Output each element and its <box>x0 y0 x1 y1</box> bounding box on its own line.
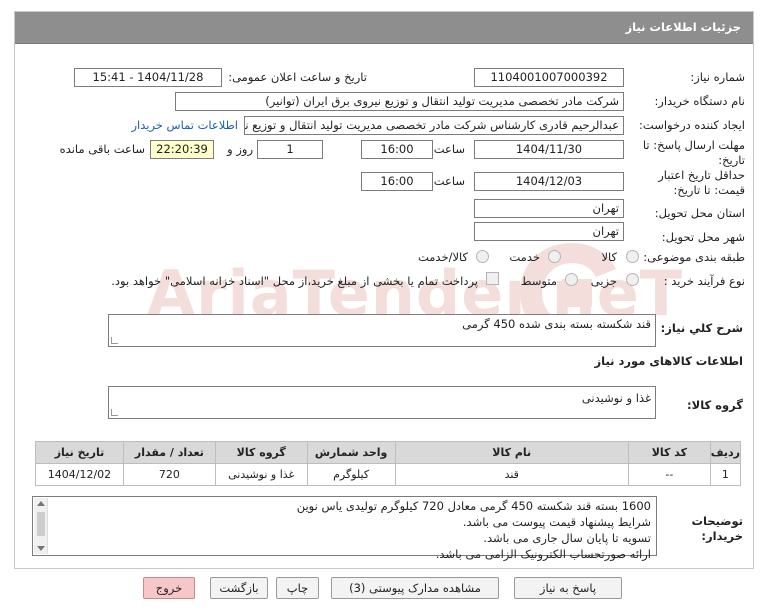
scroll-thumb[interactable] <box>37 512 45 536</box>
col-row: ردیف <box>709 441 742 464</box>
summary-textarea[interactable]: قند شکسته بسته بندی شده 450 گرمی <box>108 314 656 347</box>
scroll-up-icon[interactable] <box>37 501 45 506</box>
scroll-down-icon[interactable] <box>37 546 45 551</box>
days-field[interactable]: 1 <box>257 140 323 159</box>
city-field[interactable]: تهران <box>474 222 624 241</box>
process-option-minor: جزیی <box>590 274 617 288</box>
col-group: گروه کالا <box>214 441 308 464</box>
treasury-note: پرداخت تمام یا بخشی از مبلغ خرید،از محل … <box>111 274 478 288</box>
province-field[interactable]: تهران <box>474 199 624 218</box>
notes-scrollbar[interactable] <box>34 498 48 554</box>
goods-group-text: غذا و نوشیدنی <box>581 391 651 405</box>
creator-field[interactable]: عبدالرحیم قادری کارشناس شرکت مادر تخصصی … <box>244 116 624 135</box>
notes-textarea[interactable]: 1600 بسته قند شکسته 450 گرمی معادل 720 ک… <box>32 496 657 561</box>
notes-line: 1600 بسته قند شکسته 450 گرمی معادل 720 ک… <box>296 499 651 513</box>
col-code: کد کالا <box>627 441 711 464</box>
need-number-field[interactable]: 1104001007000392 <box>474 68 624 87</box>
creator-label: ایجاد کننده درخواست: <box>639 118 745 132</box>
summary-label: شرح کلي نياز: <box>660 321 743 335</box>
remaining-time-label: ساعت باقی مانده <box>59 142 145 156</box>
validity-label: حداقل تاریخ اعتبار قیمت: تا تاریخ: <box>658 168 745 197</box>
days-label: روز و <box>227 142 253 156</box>
print-button[interactable]: چاپ <box>276 577 319 599</box>
category-label: طبقه بندی موضوعی: <box>643 250 745 264</box>
attachments-button[interactable]: مشاهده مدارک پیوستی (3) <box>331 577 499 599</box>
notes-label: توضیحات خریدار: <box>691 514 744 543</box>
category-radio-service[interactable] <box>548 250 561 263</box>
items-table: ردیف کد کالا نام کالا واحد شمارش گروه کا… <box>35 441 742 486</box>
resize-grip-icon[interactable] <box>111 337 118 344</box>
process-radio-medium[interactable] <box>565 273 578 286</box>
cell-row: 1 <box>709 463 742 486</box>
cell-unit: کیلوگرم <box>306 463 396 486</box>
back-button[interactable]: بازگشت <box>210 577 268 599</box>
cell-date: 1404/12/02 <box>35 463 124 486</box>
col-date: تاریخ نیاز <box>35 441 124 464</box>
process-option-medium: متوسط <box>520 274 557 288</box>
goods-group-label: گروه کالا: <box>687 398 743 412</box>
deadline-time-label: ساعت <box>433 142 465 156</box>
goods-group-textarea[interactable]: غذا و نوشیدنی <box>108 386 656 419</box>
panel-title: جزئیات اطلاعات نیاز <box>625 20 741 34</box>
cell-code: -- <box>627 463 711 486</box>
category-radio-goods-service[interactable] <box>476 250 489 263</box>
buyer-org-label: نام دستگاه خریدار: <box>654 94 745 108</box>
category-option-goods-service: کالا/خدمت <box>417 250 468 264</box>
cell-group: غذا و نوشیدنی <box>214 463 308 486</box>
cell-name: قند <box>394 463 629 486</box>
category-option-service: خدمت <box>509 250 540 264</box>
process-radio-minor[interactable] <box>626 273 639 286</box>
deadline-date-field[interactable]: 1404/11/30 <box>474 140 624 159</box>
announce-label: تاریخ و ساعت اعلان عمومی: <box>228 70 367 84</box>
col-name: نام کالا <box>394 441 629 464</box>
buyer-org-field[interactable]: شرکت مادر تخصصی مدیریت تولید انتقال و تو… <box>175 92 624 111</box>
category-option-goods: کالا <box>601 250 617 264</box>
col-unit: واحد شمارش <box>306 441 396 464</box>
validity-date-field[interactable]: 1404/12/03 <box>474 172 624 191</box>
goods-section-title: اطلاعات کالاهای مورد نیاز <box>594 354 743 368</box>
summary-text: قند شکسته بسته بندی شده 450 گرمی <box>462 317 651 331</box>
exit-button[interactable]: خروج <box>143 577 195 599</box>
validity-time-field[interactable]: 16:00 <box>361 172 433 191</box>
validity-time-label: ساعت <box>433 174 465 188</box>
reply-button[interactable]: پاسخ به نیاز <box>514 577 622 599</box>
notes-line: ارائه صورتحساب الکترونیک الزامی می باشد. <box>435 547 651 561</box>
deadline-label: مهلت ارسال پاسخ: تا تاریخ: <box>642 138 745 167</box>
category-radio-goods[interactable] <box>626 250 639 263</box>
deadline-time-field[interactable]: 16:00 <box>361 140 433 159</box>
table-row[interactable]: 1 -- قند کیلوگرم غذا و نوشیدنی 720 1404/… <box>35 463 742 486</box>
col-quantity: تعداد / مقدار <box>122 441 216 464</box>
process-label: نوع فرآیند خرید : <box>663 274 745 288</box>
resize-grip-icon[interactable] <box>111 409 118 416</box>
panel-header: جزئیات اطلاعات نیاز <box>15 12 753 44</box>
city-label: شهر محل تحویل: <box>661 230 745 244</box>
treasury-checkbox[interactable] <box>486 272 499 285</box>
contact-info-link[interactable]: اطلاعات تماس خریدار <box>131 118 238 132</box>
remaining-time-field: 22:20:39 <box>150 140 214 159</box>
cell-quantity: 720 <box>122 463 216 486</box>
notes-line: شرایط پیشنهاد قیمت پیوست می باشد. <box>462 515 651 529</box>
announce-field[interactable]: 1404/11/28 - 15:41 <box>74 68 222 87</box>
need-number-label: شماره نیاز: <box>690 70 745 84</box>
notes-line: تسویه تا پایان سال جاری می باشد. <box>483 531 651 545</box>
province-label: استان محل تحویل: <box>654 206 745 220</box>
table-header-row: ردیف کد کالا نام کالا واحد شمارش گروه کا… <box>35 441 742 464</box>
